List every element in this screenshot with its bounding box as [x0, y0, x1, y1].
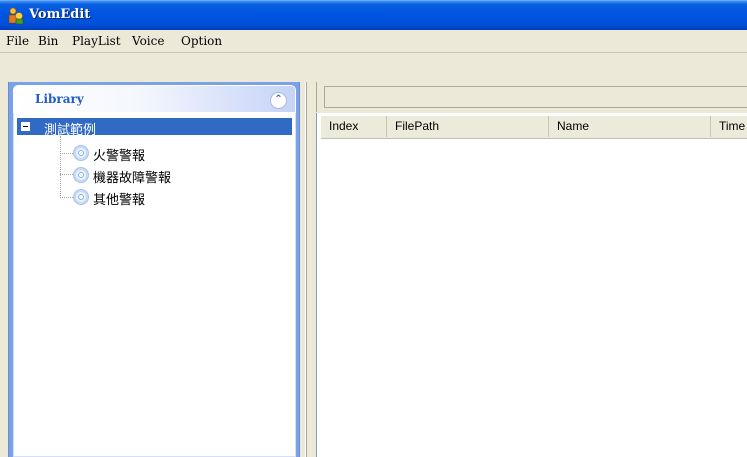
menu-file[interactable]: File: [6, 34, 29, 48]
collapse-toggle-icon[interactable]: [21, 122, 30, 131]
menu-bar: File Bin PlayList Voice Option: [0, 30, 747, 53]
column-header-name[interactable]: Name: [549, 116, 711, 137]
tree-item-label: 機器故障警報: [93, 171, 172, 186]
panel-splitter[interactable]: [302, 82, 314, 457]
tree-connector: [60, 136, 61, 198]
disc-icon: [73, 189, 89, 205]
library-header[interactable]: Library ⌃: [13, 85, 296, 113]
tree-connector: [60, 174, 73, 175]
column-header-time[interactable]: Time: [711, 116, 747, 137]
library-tree: [13, 113, 296, 457]
disc-icon: [73, 167, 89, 183]
collapse-icon[interactable]: ⌃: [270, 92, 287, 109]
column-header-filepath[interactable]: FilePath: [387, 116, 549, 137]
tree-item-label: 其他警報: [93, 193, 146, 208]
tree-connector: [60, 153, 73, 154]
menu-playlist[interactable]: PlayList: [72, 34, 121, 48]
tree-item-label: 火警警報: [93, 149, 146, 164]
tree-root-item[interactable]: 測試範例: [17, 118, 292, 138]
title-bar[interactable]: VomEdit: [0, 0, 747, 30]
playlist-header: Index FilePath Name Time: [321, 116, 747, 139]
playlist-toolbar-inner: [324, 86, 747, 108]
disc-icon: [73, 145, 89, 161]
window-title: VomEdit: [29, 7, 91, 22]
playlist-view[interactable]: [316, 113, 747, 457]
splitter-line: [305, 82, 307, 457]
library-title: Library: [35, 92, 84, 106]
menu-option[interactable]: Option: [181, 34, 222, 48]
menu-voice[interactable]: Voice: [132, 34, 164, 48]
menu-bin[interactable]: Bin: [38, 34, 58, 48]
column-header-index[interactable]: Index: [321, 116, 387, 137]
tree-connector: [60, 197, 73, 198]
app-icon: [7, 7, 25, 25]
tree-root-label: 測試範例: [44, 123, 97, 138]
